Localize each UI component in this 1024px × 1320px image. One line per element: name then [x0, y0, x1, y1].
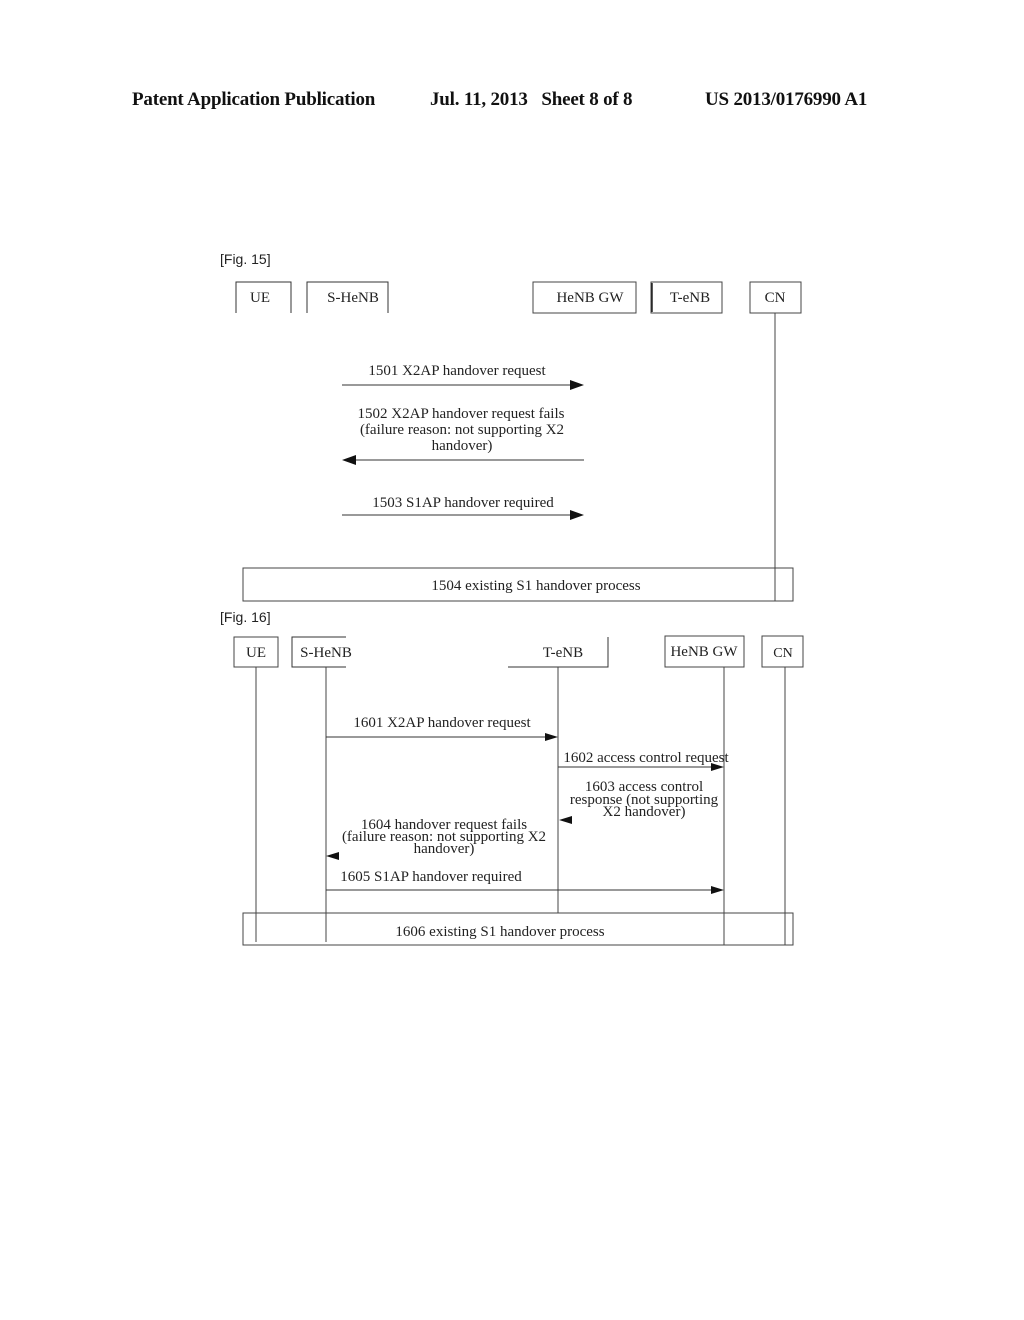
fig15-entity-cn: CN [749, 281, 802, 314]
fig15-entity-henb-gw: HeNB GW [532, 281, 637, 314]
message-label: X2 handover) [603, 804, 686, 820]
fig-15-diagram: UE S-HeNB HeNB GW T-eNB CN 1501 X2AP han… [235, 281, 802, 602]
fig15-entity-t-enb: T-eNB [650, 281, 723, 314]
fig16-entity-henb-gw: HeNB GW [664, 635, 745, 668]
fig16-entity-t-enb: T-eNB [508, 637, 609, 668]
arrow-right-icon [570, 380, 584, 390]
message-label: 1501 X2AP handover request [368, 363, 546, 379]
fig15-entity-ue: UE [235, 281, 292, 313]
entity-label: CN [773, 646, 792, 661]
message-label: 1601 X2AP handover request [353, 715, 531, 731]
sequence-diagrams: UE S-HeNB HeNB GW T-eNB CN 1501 X2AP han… [233, 281, 804, 946]
fig16-entity-s-henb: S-HeNB [291, 636, 352, 668]
arrow-right-icon [711, 886, 724, 894]
message-label: handover) [432, 438, 493, 454]
arrow-right-icon [545, 733, 558, 741]
entity-label: T-eNB [670, 290, 710, 306]
message-label: 1602 access control request [563, 750, 729, 766]
entity-label: S-HeNB [327, 290, 379, 306]
arrow-left-icon [342, 455, 356, 465]
fig16-message-1602: 1602 access control request [558, 750, 730, 771]
entity-label: HeNB GW [670, 644, 738, 660]
fig15-entity-s-henb: S-HeNB [306, 281, 389, 313]
fig15-process-1504: 1504 existing S1 handover process [242, 567, 794, 602]
arrow-right-icon [570, 510, 584, 520]
fig16-message-1603: 1603 access control response (not suppor… [559, 779, 719, 824]
message-label: handover) [414, 841, 475, 857]
entity-label: T-eNB [543, 645, 583, 661]
fig16-message-1604: 1604 handover request fails (failure rea… [326, 817, 546, 860]
fig15-message-1501: 1501 X2AP handover request [342, 363, 584, 390]
fig15-message-1502: 1502 X2AP handover request fails (failur… [342, 406, 584, 465]
fig16-entity-ue: UE [233, 636, 279, 668]
fig16-message-1605: 1605 S1AP handover required [326, 869, 724, 894]
entity-label: UE [250, 290, 270, 306]
arrow-left-icon [326, 852, 339, 860]
message-label: 1502 X2AP handover request fails [358, 406, 565, 422]
fig16-message-1601: 1601 X2AP handover request [326, 715, 558, 741]
fig15-message-1503: 1503 S1AP handover required [342, 495, 584, 520]
entity-label: UE [246, 645, 266, 661]
message-label: 1605 S1AP handover required [340, 869, 522, 885]
arrow-left-icon [559, 816, 572, 824]
entity-label: HeNB GW [556, 290, 624, 306]
process-label: 1606 existing S1 handover process [395, 924, 604, 940]
fig16-entity-cn: CN [761, 635, 804, 668]
fig-16-diagram: UE S-HeNB T-eNB HeNB GW CN 1601 X2AP han… [233, 635, 804, 946]
entity-label: S-HeNB [300, 645, 352, 661]
message-label: 1503 S1AP handover required [372, 495, 554, 511]
message-label: (failure reason: not supporting X2 [360, 422, 564, 438]
entity-label: CN [765, 290, 786, 306]
process-label: 1504 existing S1 handover process [431, 578, 640, 594]
